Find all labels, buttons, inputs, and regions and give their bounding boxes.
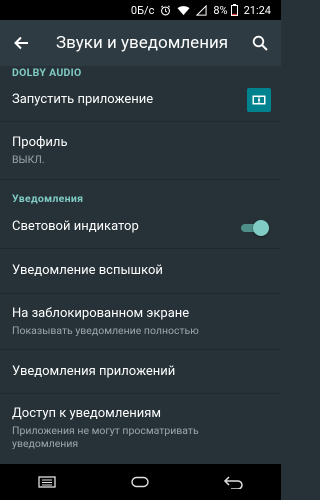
alarm-icon	[160, 5, 171, 16]
flash-notification-label: Уведомление вспышкой	[12, 263, 163, 278]
settings-list: DOLBY AUDIO Запустить приложение Профиль…	[0, 66, 281, 464]
light-indicator-label: Световой индикатор	[12, 219, 139, 234]
light-indicator-toggle[interactable]	[239, 220, 269, 236]
wifi-icon	[177, 5, 190, 16]
home-button[interactable]	[120, 470, 160, 494]
arrow-back-icon	[14, 36, 28, 50]
no-sim-signal-icon	[196, 4, 207, 16]
light-indicator-item[interactable]: Световой индикатор	[0, 206, 281, 250]
recent-apps-button[interactable]	[27, 470, 67, 494]
battery-icon	[230, 4, 238, 16]
notification-access-value: Приложения не могут просматривать уведом…	[12, 424, 199, 450]
home-icon	[131, 476, 150, 488]
section-header-dolby: DOLBY AUDIO	[12, 66, 82, 79]
page-title: Звуки и уведомления	[56, 33, 229, 53]
app-notifications-item[interactable]: Уведомления приложений	[0, 350, 281, 394]
flash-notification-item[interactable]: Уведомление вспышкой	[0, 249, 281, 293]
notification-access-label: Доступ к уведомлениям	[12, 406, 162, 421]
dolby-app-icon	[247, 88, 271, 112]
back-button[interactable]	[10, 32, 32, 54]
divider	[0, 179, 281, 180]
toggle-thumb	[253, 220, 269, 236]
status-bar: 0Б/с 8% 21:24	[0, 0, 281, 20]
back-nav-icon	[224, 476, 243, 489]
lock-screen-item[interactable]: На заблокированном экране Показывать уве…	[0, 294, 281, 350]
navigation-bar	[0, 464, 281, 500]
profile-value: ВЫКЛ.	[12, 153, 45, 166]
app-notifications-label: Уведомления приложений	[12, 364, 176, 379]
clock: 21:24	[243, 3, 271, 17]
launch-app-item[interactable]: Запустить приложение	[0, 82, 281, 126]
recent-apps-icon	[38, 476, 56, 488]
profile-item[interactable]: Профиль ВЫКЛ.	[0, 122, 281, 178]
lock-screen-label: На заблокированном экране	[12, 306, 190, 321]
section-header-notifications: Уведомления	[12, 192, 84, 205]
notification-access-item[interactable]: Доступ к уведомлениям Приложения не могу…	[0, 394, 281, 462]
back-nav-button[interactable]	[214, 470, 254, 494]
lock-screen-value: Показывать уведомление полностью	[12, 324, 199, 337]
profile-label: Профиль	[12, 135, 68, 150]
battery-percent: 8%	[213, 3, 228, 17]
search-icon	[252, 35, 268, 51]
launch-app-label: Запустить приложение	[12, 92, 154, 107]
app-bar: Звуки и уведомления	[0, 20, 281, 66]
data-speed: 0Б/с	[130, 3, 155, 17]
search-button[interactable]	[249, 32, 271, 54]
